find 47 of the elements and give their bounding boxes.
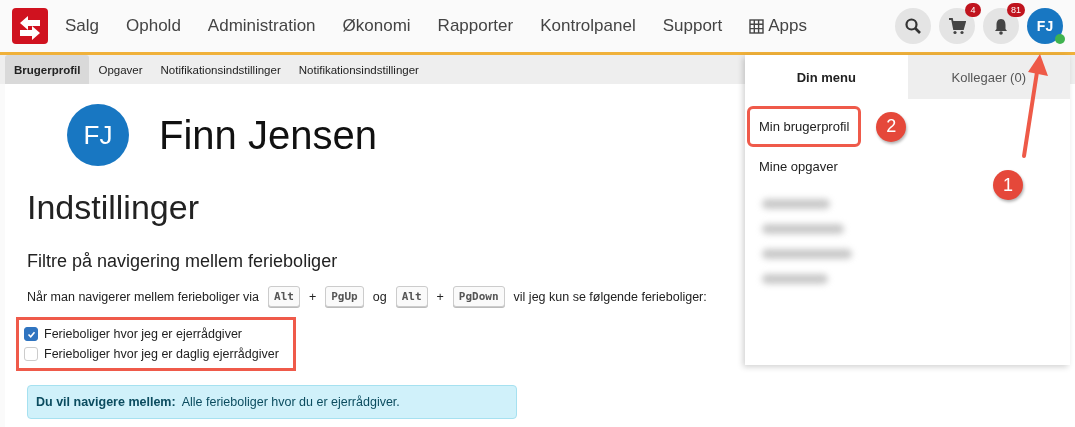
grid-icon — [749, 18, 765, 34]
checkbox[interactable] — [24, 327, 38, 341]
nav-link[interactable]: Administration — [207, 16, 316, 36]
menu-tab[interactable]: Kollegaer (0) — [907, 55, 1070, 99]
intro-text: vil jeg kun se følgende ferieboliger: — [513, 289, 707, 304]
key-cap: PgDown — [452, 286, 505, 307]
online-dot — [1055, 34, 1065, 44]
intro-text: og — [372, 289, 387, 304]
menu-tab[interactable]: Din menu — [745, 55, 908, 99]
subnav-tab[interactable]: Notifikationsindstillinger — [289, 55, 428, 84]
intro-text: + — [436, 289, 444, 304]
nav-link[interactable]: Økonomi — [342, 16, 411, 36]
page-heading: Indstillinger — [27, 188, 199, 227]
key-cap: Alt — [268, 286, 300, 307]
checkbox-label: Ferieboliger hvor jeg er daglig ejerrådgiver — [44, 347, 279, 361]
checkbox-label: Ferieboliger hvor jeg er ejerrådgiver — [44, 327, 242, 341]
key-cap: Alt — [395, 286, 428, 307]
subnav-tab[interactable]: Notifikationsindstillinger — [151, 55, 290, 84]
key-cap: PgUp — [325, 286, 364, 307]
nav-link[interactable]: Rapporter — [437, 16, 514, 36]
bell-icon — [992, 17, 1010, 35]
cart-icon — [948, 17, 966, 35]
section-heading: Filtre på navigering mellem ferieboliger — [27, 251, 338, 272]
check-icon — [26, 329, 36, 339]
intro-text: + — [308, 289, 317, 304]
subnav-tab[interactable]: Brugerprofil — [5, 55, 90, 84]
profile-name: Finn Jensen — [159, 112, 377, 158]
cart-button[interactable] — [939, 8, 975, 44]
search-icon — [904, 17, 922, 35]
intro-text: Når man navigerer mellem ferieboliger via — [27, 289, 260, 304]
apps-link[interactable]: Apps — [749, 16, 807, 36]
info-message: Du vil navigere mellem: Alle ferieboliger hvor du er ejerrådgiver. — [27, 385, 517, 419]
profile-avatar: FJ — [67, 104, 129, 166]
menu-item[interactable]: Mine opgaver — [750, 149, 847, 184]
nav-link[interactable]: Kontrolpanel — [540, 16, 636, 36]
count-badge: 81 — [1007, 3, 1025, 17]
count-badge: 4 — [965, 3, 981, 17]
nav-link[interactable]: Ophold — [126, 16, 181, 36]
step-number: 2 — [876, 111, 907, 142]
avatar-button[interactable]: FJ — [1027, 8, 1063, 44]
subnav-tab[interactable]: Opgaver — [89, 55, 152, 84]
nav-link[interactable]: Salg — [65, 16, 100, 36]
menu-item[interactable]: Min brugerprofil — [750, 109, 859, 144]
nav-link[interactable]: Support — [662, 16, 723, 36]
bell-button[interactable] — [983, 8, 1019, 44]
search-button[interactable] — [895, 8, 931, 44]
logo-icon[interactable] — [12, 8, 48, 44]
